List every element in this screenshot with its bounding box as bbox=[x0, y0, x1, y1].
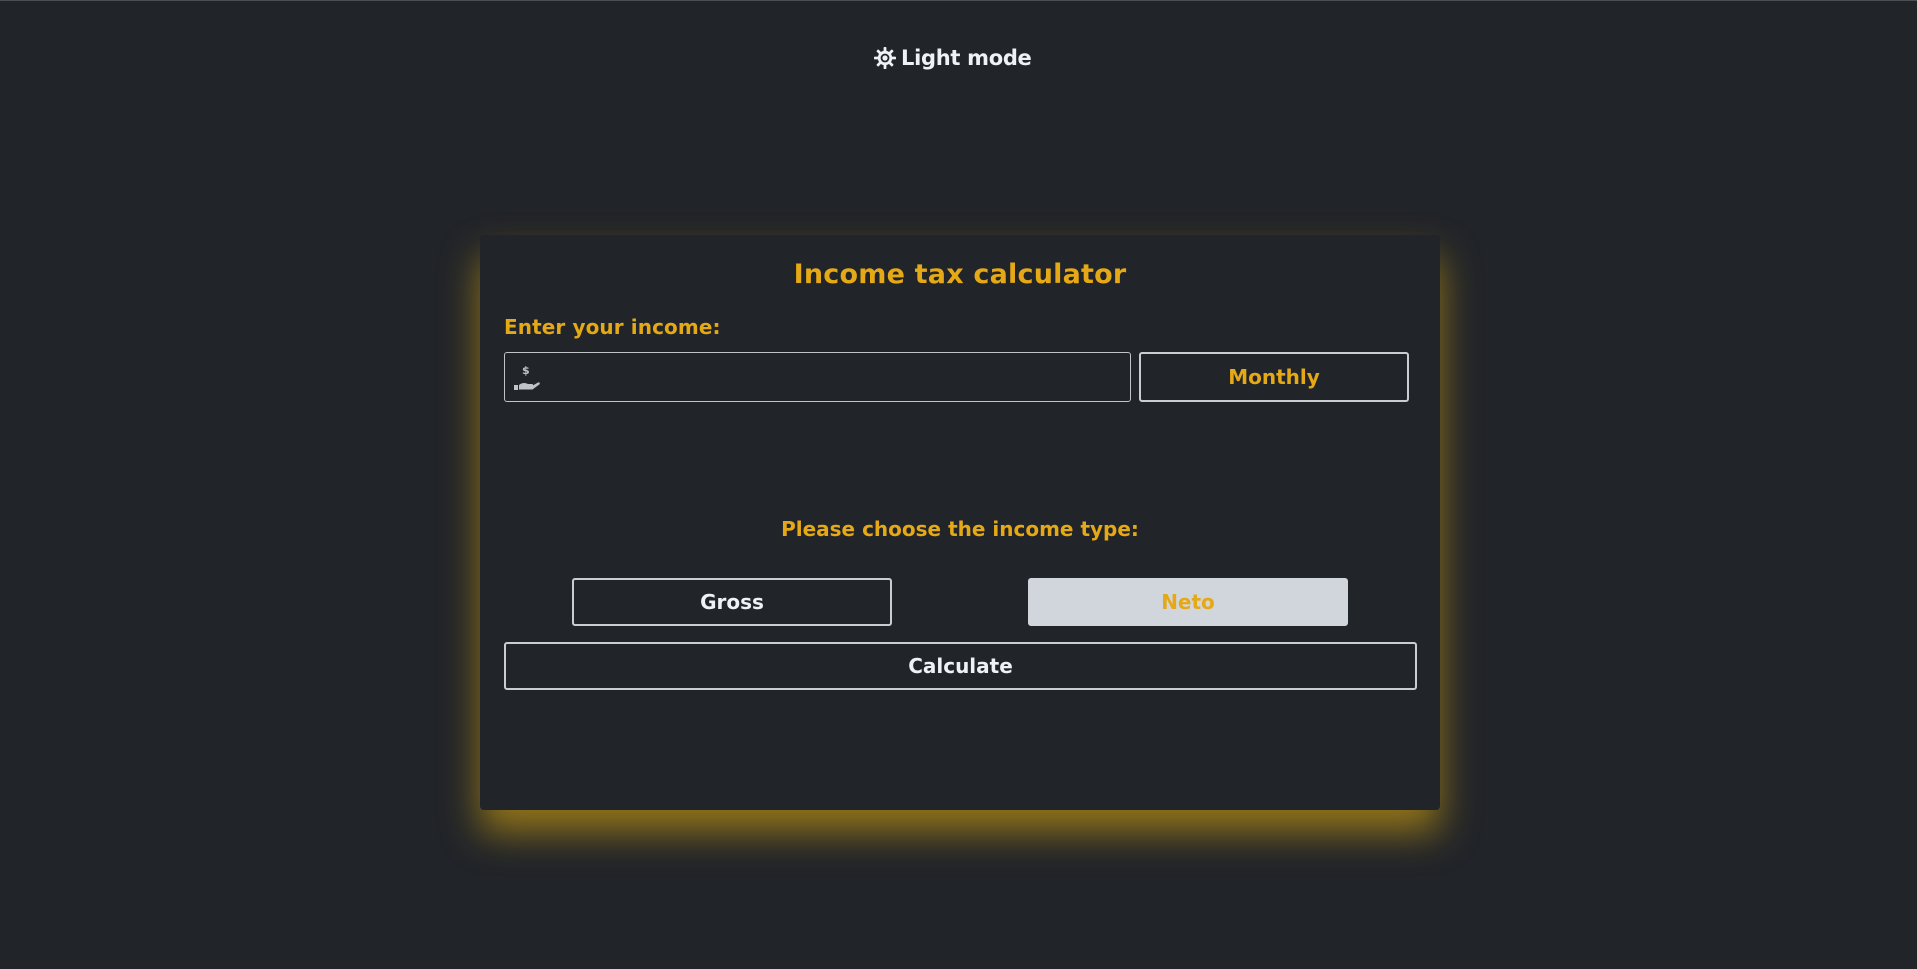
income-field: $ bbox=[504, 352, 1131, 402]
calculate-button-label: Calculate bbox=[908, 654, 1013, 678]
income-type-label: Please choose the income type: bbox=[781, 517, 1139, 541]
neto-button-label: Neto bbox=[1161, 590, 1215, 614]
neto-button[interactable]: Neto bbox=[1028, 578, 1348, 626]
calculator-card: Income tax calculator Enter your income:… bbox=[480, 235, 1440, 810]
page-title: Income tax calculator bbox=[793, 259, 1127, 290]
period-dropdown-value: Monthly bbox=[1228, 365, 1320, 389]
theme-toggle-label: Light mode bbox=[901, 46, 1032, 70]
hand-dollar-icon: $ bbox=[512, 363, 542, 393]
theme-toggle-button[interactable]: Light mode bbox=[873, 41, 1032, 75]
calculate-button[interactable]: Calculate bbox=[504, 642, 1417, 690]
gross-button[interactable]: Gross bbox=[572, 578, 892, 626]
sun-gear-icon bbox=[873, 46, 897, 70]
gross-button-label: Gross bbox=[700, 590, 764, 614]
svg-text:$: $ bbox=[522, 364, 530, 377]
period-dropdown[interactable]: Monthly bbox=[1139, 352, 1409, 402]
income-input[interactable] bbox=[547, 353, 1121, 401]
income-label: Enter your income: bbox=[504, 315, 721, 339]
